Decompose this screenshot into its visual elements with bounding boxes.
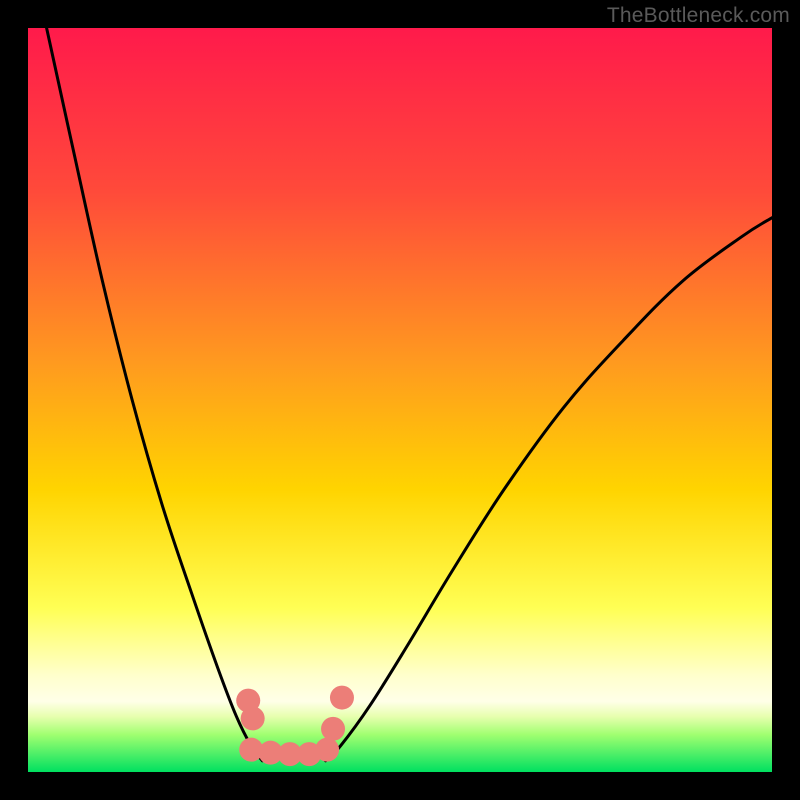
plot-area	[28, 28, 772, 772]
chart-svg	[28, 28, 772, 772]
valley-dot-8	[330, 686, 354, 710]
valley-dot-7	[321, 717, 345, 741]
valley-dot-1	[241, 706, 265, 730]
watermark-text: TheBottleneck.com	[607, 4, 790, 28]
valley-dot-6	[315, 738, 339, 762]
outer-frame: TheBottleneck.com	[0, 0, 800, 800]
